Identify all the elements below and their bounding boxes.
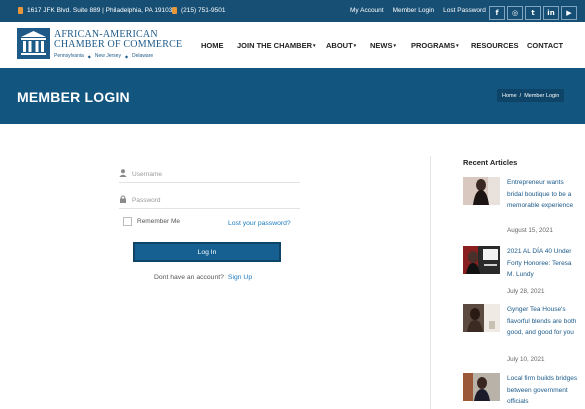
phone-text: (215) 751-9501: [181, 7, 226, 14]
my-account-link[interactable]: My Account: [350, 7, 384, 14]
logo-text[interactable]: AFRICAN-AMERICAN CHAMBER OF COMMERCE: [54, 30, 182, 50]
lock-icon: [119, 195, 132, 205]
logo-states: Pennsylvania ◆ New Jersey ◆ Delaware: [54, 53, 153, 59]
nav-contact[interactable]: CONTACT: [527, 41, 563, 50]
signup-prompt: Dont have an account? Sign Up: [154, 274, 252, 281]
remember-me[interactable]: Remember Me: [123, 217, 180, 226]
diamond-icon: ◆: [124, 53, 129, 59]
twitter-icon[interactable]: t: [525, 6, 541, 20]
nav-label: HOME: [201, 41, 224, 50]
nav-about[interactable]: ABOUT ▾: [326, 41, 370, 50]
article-item[interactable]: Gynger Tea House's flavorful blends are …: [463, 304, 585, 364]
logo-line-2: CHAMBER OF COMMERCE: [54, 39, 183, 50]
nav-programs[interactable]: PROGRAMS ▾: [411, 41, 471, 50]
article-item[interactable]: Entrepreneur wants bridal boutique to be…: [463, 177, 585, 237]
username-placeholder: Username: [132, 170, 162, 178]
site-header: AFRICAN-AMERICAN CHAMBER OF COMMERCE Pen…: [0, 22, 585, 68]
phone-icon: [172, 7, 177, 14]
state-pennsylvania: Pennsylvania: [54, 53, 84, 59]
article-date: August 15, 2021: [507, 227, 553, 234]
signup-link[interactable]: Sign Up: [228, 274, 252, 281]
remember-label: Remember Me: [137, 218, 180, 225]
user-icon: [119, 169, 132, 179]
nav-label: RESOURCES: [471, 41, 519, 50]
password-field[interactable]: Password: [119, 192, 300, 209]
page: 1617 JFK Blvd. Suite 889 | Philadelphia,…: [0, 0, 585, 409]
username-field[interactable]: Username: [119, 166, 300, 183]
article-title[interactable]: Gynger Tea House's flavorful blends are …: [507, 304, 579, 339]
address: 1617 JFK Blvd. Suite 889 | Philadelphia,…: [18, 7, 172, 14]
chevron-down-icon: ▾: [393, 42, 397, 49]
article-title[interactable]: Local firm builds bridges between govern…: [507, 373, 579, 408]
linkedin-icon[interactable]: in: [543, 6, 559, 20]
nav-news[interactable]: NEWS ▾: [370, 41, 411, 50]
breadcrumb-separator: /: [519, 92, 522, 99]
top-bar: 1617 JFK Blvd. Suite 889 | Philadelphia,…: [0, 0, 585, 22]
chevron-down-icon: ▾: [313, 42, 316, 49]
account-links: My Account Member Login Lost Password: [350, 7, 486, 14]
article-thumbnail[interactable]: [463, 177, 500, 205]
breadcrumb-home[interactable]: Home: [502, 93, 517, 99]
recent-articles-heading: Recent Articles: [463, 158, 518, 167]
article-title[interactable]: Entrepreneur wants bridal boutique to be…: [507, 177, 579, 212]
article-title[interactable]: 2021 AL DÍA 40 Under Forty Honoree: Tere…: [507, 246, 579, 281]
article-thumbnail[interactable]: [463, 304, 500, 332]
remember-checkbox[interactable]: [123, 217, 132, 226]
breadcrumb: Home / Member Login: [497, 89, 565, 102]
state-delaware: Delaware: [132, 53, 154, 59]
article-date: July 28, 2021: [507, 288, 545, 295]
chevron-down-icon: ▾: [456, 42, 459, 49]
no-account-text: Dont have an account?: [154, 274, 224, 281]
facebook-icon[interactable]: f: [489, 6, 505, 20]
article-thumbnail[interactable]: [463, 246, 500, 274]
location-icon: [18, 7, 23, 14]
state-new-jersey: New Jersey: [94, 53, 121, 59]
article-item[interactable]: Local firm builds bridges between govern…: [463, 373, 585, 409]
diamond-icon: ◆: [87, 53, 91, 59]
article-date: July 10, 2021: [507, 356, 545, 363]
instagram-icon[interactable]: ◎: [507, 6, 523, 20]
article-thumbnail[interactable]: [463, 373, 500, 401]
password-placeholder: Password: [132, 196, 161, 204]
sidebar-divider: [430, 156, 431, 409]
lost-password-link[interactable]: Lost your password?: [228, 220, 291, 227]
nav-label: ABOUT: [326, 41, 353, 50]
member-login-link[interactable]: Member Login: [393, 7, 435, 14]
page-title: MEMBER LOGIN: [17, 89, 130, 105]
breadcrumb-current: Member Login: [524, 92, 560, 99]
nav-home[interactable]: HOME: [201, 41, 237, 50]
youtube-icon[interactable]: ▶: [561, 6, 577, 20]
nav-label: NEWS: [370, 41, 393, 50]
nav-label: CONTACT: [527, 41, 564, 50]
address-text: 1617 JFK Blvd. Suite 889 | Philadelphia,…: [27, 7, 173, 14]
social-links: f ◎ t in ▶: [489, 6, 577, 20]
nav-label: JOIN THE CHAMBER: [237, 41, 313, 50]
chevron-down-icon: ▾: [353, 42, 357, 49]
main-nav: HOME JOIN THE CHAMBER ▾ ABOUT ▾ NEWS ▾ PROG…: [201, 41, 563, 50]
login-button[interactable]: Log In: [133, 242, 281, 262]
article-item[interactable]: 2021 AL DÍA 40 Under Forty Honoree: Tere…: [463, 246, 585, 298]
phone: (215) 751-9501: [172, 7, 225, 14]
logo-columns-icon[interactable]: [17, 28, 50, 59]
nav-label: PROGRAMS: [411, 41, 456, 50]
nav-join-the-chamber[interactable]: JOIN THE CHAMBER ▾: [237, 41, 326, 50]
lost-password-link[interactable]: Lost Password: [443, 7, 486, 14]
nav-resources[interactable]: RESOURCES: [471, 41, 527, 50]
